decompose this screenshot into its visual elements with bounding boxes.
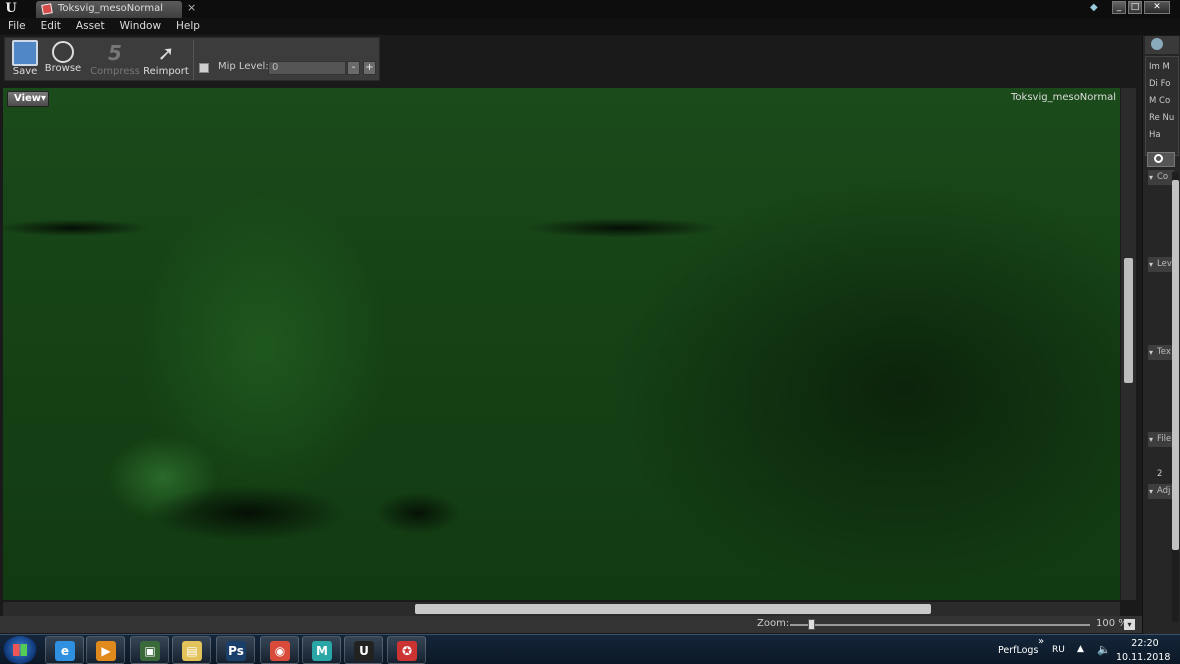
compress-icon: 5 — [108, 41, 122, 65]
details-scroll-thumb[interactable] — [1172, 180, 1179, 550]
section-texture[interactable]: Tex — [1148, 345, 1174, 360]
info-box: Im M Di Fo M Co Re Nu Ha — [1145, 56, 1179, 156]
mip-minus-button[interactable]: - — [347, 61, 360, 75]
menu-window[interactable]: Window — [120, 18, 161, 35]
window-controls: _ □ ✕ — [1112, 1, 1170, 14]
reimport-label: Reimport — [143, 66, 189, 77]
view-dropdown-button[interactable]: View▾ — [7, 91, 49, 107]
taskbar-photoshop-button[interactable]: Ps — [216, 636, 255, 664]
volume-icon[interactable]: 🔈 — [1097, 643, 1111, 656]
toolbar-separator — [193, 40, 194, 80]
menu-help[interactable]: Help — [176, 18, 200, 35]
details-scrollbar[interactable] — [1172, 172, 1179, 622]
maya-icon: M — [312, 641, 332, 661]
zoom-dropdown-icon[interactable]: ▾ — [1124, 619, 1135, 630]
taskbar-media-button[interactable]: ▶ — [86, 636, 125, 664]
zoom-slider-track[interactable] — [790, 624, 1090, 626]
info-row: Di Fo — [1149, 79, 1171, 89]
search-icon — [1154, 154, 1163, 163]
windows-taskbar: e ▶ ▣ ▤ Ps ◉ M U ✪ PerfLogs » RU ▲ 🔈 22:20 10.11… — [0, 634, 1180, 664]
vertical-scroll-thumb[interactable] — [1124, 258, 1133, 383]
reimport-icon: ➚ — [157, 41, 175, 65]
close-button[interactable]: ✕ — [1144, 1, 1170, 14]
zoom-label: Zoom: — [757, 618, 790, 629]
horizontal-scrollbar[interactable] — [3, 602, 1120, 616]
menu-edit[interactable]: Edit — [41, 18, 61, 35]
menu-bar: File Edit Asset Window Help — [0, 18, 1180, 35]
reimport-button[interactable]: ➚ Reimport — [141, 38, 191, 82]
zoom-value: 100 % — [1096, 618, 1128, 629]
mip-level-label: Mip Level: — [218, 61, 269, 72]
photoshop-icon: Ps — [226, 641, 246, 661]
monitor-icon: ▣ — [140, 641, 160, 661]
section-compression[interactable]: Co — [1148, 170, 1174, 185]
details-search-button[interactable] — [1147, 152, 1175, 167]
info-row: M Co — [1149, 96, 1171, 106]
taskbar-maya-button[interactable]: M — [302, 636, 341, 664]
section-level-of-detail[interactable]: Lev — [1148, 257, 1174, 272]
toolbar: Save Browse 5 Compress ➚ Reimport Mip Le… — [4, 37, 380, 81]
browse-label: Browse — [44, 63, 82, 74]
save-icon — [12, 40, 38, 66]
info-row: Ha — [1149, 130, 1161, 140]
details-tab[interactable] — [1145, 36, 1179, 54]
vertical-scrollbar[interactable] — [1121, 88, 1136, 600]
texture-icon — [41, 3, 53, 15]
mip-level-checkbox[interactable] — [199, 63, 209, 73]
zoom-slider-handle[interactable] — [808, 619, 815, 630]
unreal-icon: U — [354, 641, 374, 661]
chrome-icon: ◉ — [270, 641, 290, 661]
compress-label: Compress — [90, 66, 140, 77]
save-label: Save — [12, 66, 38, 77]
menu-file[interactable]: File — [8, 18, 26, 35]
document-tab[interactable]: Toksvig_mesoNormal — [36, 1, 182, 18]
taskbar-monitor-button[interactable]: ▣ — [130, 636, 169, 664]
tab-close-icon[interactable]: × — [187, 1, 196, 14]
language-indicator[interactable]: RU — [1052, 645, 1065, 655]
info-row: Im M — [1149, 62, 1170, 72]
zoom-bar: Zoom: 100 % ▾ — [0, 616, 1142, 633]
save-button[interactable]: Save — [5, 38, 45, 82]
explorer-icon: ▤ — [182, 641, 202, 661]
browse-button[interactable]: Browse — [43, 38, 83, 82]
compress-button[interactable]: 5 Compress — [89, 38, 141, 82]
clock-time[interactable]: 22:20 — [1128, 638, 1162, 649]
mip-level-input[interactable]: 0 — [268, 61, 346, 75]
media-icon: ▶ — [96, 641, 116, 661]
title-bar: U Toksvig_mesoNormal × ◆ _ □ ✕ — [0, 0, 1180, 18]
tray-toolbar-chevron-icon[interactable]: » — [1038, 636, 1044, 647]
texture-viewport[interactable]: View▾ Toksvig_mesoNormal — [3, 88, 1120, 600]
app-icon: ✪ — [397, 641, 417, 661]
windows-logo-icon — [13, 644, 27, 656]
document-tab-label: Toksvig_mesoNormal — [58, 3, 163, 14]
tray-perflogs-label[interactable]: PerfLogs — [998, 645, 1038, 656]
taskbar-app-button[interactable]: ✪ — [387, 636, 426, 664]
minimize-button[interactable]: _ — [1112, 1, 1126, 14]
taskbar-ie-button[interactable]: e — [45, 636, 84, 664]
horizontal-scroll-thumb[interactable] — [415, 604, 931, 614]
viewport-texture-name: Toksvig_mesoNormal — [1011, 92, 1116, 103]
taskbar-chrome-button[interactable]: ◉ — [260, 636, 299, 664]
maximize-button[interactable]: □ — [1128, 1, 1142, 14]
section-adjustments[interactable]: Adj — [1148, 484, 1174, 499]
ie-icon: e — [55, 641, 75, 661]
mip-plus-button[interactable]: + — [363, 61, 376, 75]
menu-asset[interactable]: Asset — [76, 18, 105, 35]
tray-expand-icon[interactable]: ▲ — [1077, 644, 1084, 654]
details-panel: Im M Di Fo M Co Re Nu Ha Co Lev Tex File… — [1142, 36, 1180, 634]
help-icon[interactable]: ◆ — [1090, 2, 1104, 14]
taskbar-explorer-button[interactable]: ▤ — [172, 636, 211, 664]
info-icon — [1151, 38, 1163, 50]
start-button[interactable] — [3, 636, 37, 664]
clock-date[interactable]: 10.11.2018 — [1116, 652, 1170, 663]
section-file-path[interactable]: File — [1148, 432, 1174, 447]
taskbar-unreal-button[interactable]: U — [344, 636, 383, 664]
info-row: Re Nu — [1149, 113, 1175, 123]
unreal-logo-icon[interactable]: U — [2, 1, 20, 17]
browse-icon — [52, 41, 74, 63]
